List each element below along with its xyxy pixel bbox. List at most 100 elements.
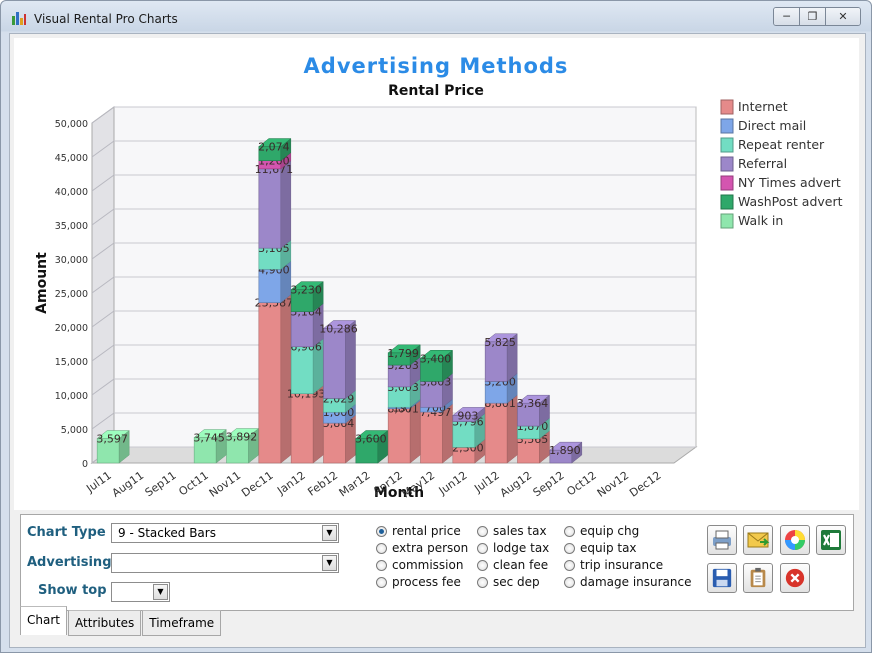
legend-swatch [720, 99, 734, 115]
x-tick-label: Dec12 [627, 469, 663, 500]
radio-rental-price[interactable]: rental price [376, 524, 461, 538]
bar-segment[interactable]: 23,587 [255, 294, 294, 464]
radio-button-icon[interactable] [564, 542, 575, 554]
radio-sec-dep[interactable]: sec dep [477, 575, 540, 589]
data-label: 3,745 [193, 432, 225, 445]
clipboard-button[interactable] [743, 563, 773, 593]
chart-type-select[interactable]: 9 - Stacked Bars ▼ [111, 523, 339, 543]
radio-clean-fee[interactable]: clean fee [477, 558, 548, 572]
y-tick-label: 50,000 [55, 119, 88, 130]
bar-segment[interactable]: 10,193 [287, 385, 326, 464]
radio-damage-insurance[interactable]: damage insurance [564, 575, 692, 589]
legend-item[interactable]: Repeat renter [720, 137, 825, 153]
color-button[interactable] [780, 525, 810, 555]
radio-trip-insurance[interactable]: trip insurance [564, 558, 663, 572]
y-tick-label: 15,000 [55, 357, 88, 368]
excel-export-button[interactable] [816, 525, 846, 555]
y-tick-label: 35,000 [55, 221, 88, 232]
clipboard-icon [750, 567, 766, 588]
chevron-down-icon[interactable]: ▼ [153, 584, 168, 600]
radio-button-icon[interactable] [564, 559, 575, 571]
chart-subtitle: Rental Price [388, 83, 484, 99]
legend-item[interactable]: Internet [720, 99, 788, 115]
legend-item[interactable]: NY Times advert [720, 175, 841, 191]
radio-button-icon[interactable] [376, 542, 387, 554]
radio-equip-chg[interactable]: equip chg [564, 524, 639, 538]
email-button[interactable] [743, 525, 773, 555]
close-button[interactable]: ✕ [826, 8, 860, 25]
legend-item[interactable]: Walk in [720, 213, 783, 229]
radio-sales-tax[interactable]: sales tax [477, 524, 547, 538]
bar-segment[interactable]: 5,825 [484, 333, 518, 382]
x-tick-label: Feb12 [305, 469, 340, 499]
radio-button-icon[interactable] [477, 525, 488, 537]
radio-lodge-tax[interactable]: lodge tax [477, 541, 549, 555]
show-top-select[interactable]: ▼ [111, 582, 170, 602]
title-bar[interactable]: Visual Rental Pro Charts ─ ❐ ✕ [1, 1, 871, 33]
bar-front [258, 168, 282, 249]
advertising-select[interactable]: ▼ [111, 553, 339, 573]
chart-panel: Advertising Methods Rental Price Amount … [14, 38, 859, 510]
radio-button-icon[interactable] [376, 559, 387, 571]
bar-segment[interactable]: 3,597 [96, 430, 130, 464]
radio-label: trip insurance [580, 558, 664, 572]
legend-item[interactable]: WashPost advert [720, 194, 843, 210]
data-label: 3,600 [355, 433, 387, 446]
legend-swatch [720, 156, 734, 172]
tab-chart[interactable]: Chart [20, 606, 67, 635]
print-button[interactable] [707, 525, 737, 555]
bar-front [290, 393, 314, 464]
bar-front [290, 346, 314, 394]
radio-button-icon[interactable] [376, 576, 387, 588]
x-tick-label: Jun12 [436, 469, 470, 498]
bar-segment[interactable]: 11,671 [255, 160, 294, 249]
minimize-icon: ─ [783, 10, 790, 23]
bar-segment[interactable]: 3,230 [290, 281, 324, 313]
save-button[interactable] [707, 563, 737, 593]
y-axis-title: Amount [34, 252, 50, 314]
bar-segment[interactable]: 3,600 [355, 429, 389, 464]
bar-segment[interactable]: 8,801 [484, 394, 518, 464]
bar-segment[interactable]: 3,400 [420, 349, 454, 382]
show-top-label: Show top [38, 583, 107, 598]
y-tick-label: 45,000 [55, 153, 88, 164]
bar-segment[interactable]: 3,892 [226, 428, 260, 464]
maximize-button[interactable]: ❐ [800, 8, 826, 25]
legend-swatch [720, 194, 734, 210]
radio-button-icon[interactable] [564, 576, 575, 588]
bar-segment[interactable]: 3,364 [517, 394, 551, 427]
data-label: 2,074 [258, 141, 290, 154]
x-tick-label: Oct12 [564, 469, 599, 499]
tab-attributes[interactable]: Attributes [67, 610, 142, 636]
legend-item[interactable]: Direct mail [720, 118, 806, 134]
chevron-down-icon[interactable]: ▼ [322, 555, 337, 571]
close-chart-button[interactable] [780, 563, 810, 593]
bar-front [420, 411, 443, 464]
radio-extra-person[interactable]: extra person [376, 541, 468, 555]
radio-button-icon[interactable] [477, 542, 488, 554]
bar-segment[interactable]: 10,286 [319, 319, 358, 399]
radio-commission[interactable]: commission [376, 558, 463, 572]
data-label: 5,825 [484, 336, 516, 349]
bar-segment[interactable]: 3,745 [193, 429, 227, 464]
radio-button-icon[interactable] [477, 576, 488, 588]
y-tick-label: 40,000 [55, 187, 88, 198]
legend-label: Walk in [738, 213, 783, 228]
radio-button-icon[interactable] [477, 559, 488, 571]
advertising-label: Advertising [27, 555, 112, 570]
tab-timeframe[interactable]: Timeframe [142, 610, 222, 636]
data-label: 1,799 [387, 347, 419, 360]
radio-process-fee[interactable]: process fee [376, 575, 461, 589]
x-tick-label: Dec11 [239, 469, 275, 500]
x-tick-label: Aug12 [498, 469, 535, 500]
radio-equip-tax[interactable]: equip tax [564, 541, 637, 555]
minimize-button[interactable]: ─ [774, 8, 800, 25]
radio-button-icon[interactable] [376, 525, 387, 537]
chevron-down-icon[interactable]: ▼ [322, 525, 337, 541]
radio-label: damage insurance [580, 575, 692, 589]
radio-button-icon[interactable] [564, 525, 575, 537]
data-label: 3,364 [517, 397, 549, 410]
legend-label: Direct mail [738, 118, 806, 133]
controls-panel: Chart Type 9 - Stacked Bars ▼ Advertisin… [20, 514, 854, 611]
legend-item[interactable]: Referral [720, 156, 787, 172]
